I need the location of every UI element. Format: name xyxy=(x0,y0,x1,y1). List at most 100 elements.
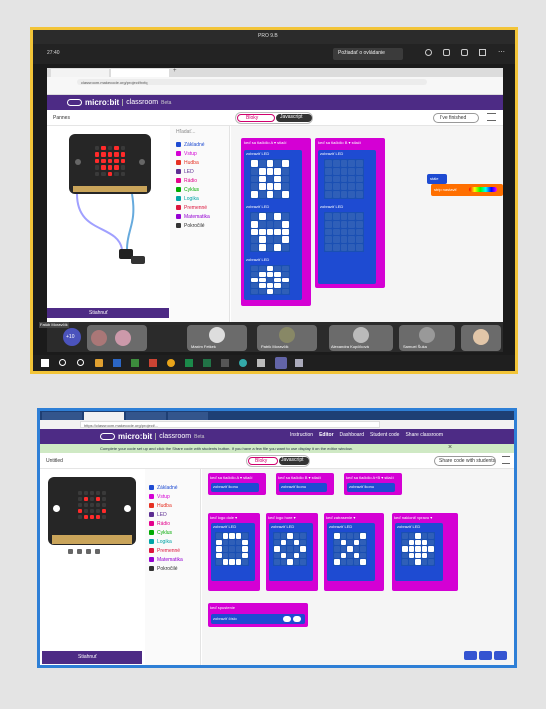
led-cell[interactable] xyxy=(274,167,282,175)
nav-student-code[interactable]: Student code xyxy=(370,433,399,438)
led-cell[interactable] xyxy=(340,533,347,539)
menu-icon[interactable] xyxy=(502,456,510,464)
led-cell[interactable] xyxy=(274,266,282,271)
led-cell[interactable] xyxy=(222,559,229,565)
led-cell[interactable] xyxy=(332,175,340,183)
led-cell[interactable] xyxy=(348,167,356,175)
led-cell[interactable] xyxy=(274,183,282,191)
led-cell[interactable] xyxy=(258,213,266,220)
led-cell[interactable] xyxy=(360,559,366,565)
toolbox-category[interactable]: Premenné xyxy=(149,546,183,555)
windows-icon[interactable] xyxy=(41,359,49,367)
forever-block[interactable]: stále xyxy=(427,174,447,184)
tab-javascript[interactable]: Javascript xyxy=(279,457,309,465)
show-led-block[interactable]: zobraziť LED zobraziť LED xyxy=(318,150,376,284)
show-led-block[interactable]: zobraziť LED xyxy=(269,523,313,581)
nav-dashboard[interactable]: Dashboard xyxy=(340,433,364,438)
led-cell[interactable] xyxy=(274,220,282,228)
led-cell[interactable] xyxy=(280,533,287,539)
led-cell[interactable] xyxy=(300,539,306,546)
led-cell[interactable] xyxy=(356,167,363,175)
gesture-block[interactable]: keď zatrasenie ▾ zobraziť LED xyxy=(324,513,384,591)
participant-tile[interactable]: Samuel Šuka xyxy=(399,325,455,351)
led-cell[interactable] xyxy=(274,160,282,167)
led-cell[interactable] xyxy=(356,236,363,244)
led-cell[interactable] xyxy=(353,539,360,546)
show-number-block[interactable]: zobraziť číslo xyxy=(211,614,305,624)
led-cell[interactable] xyxy=(332,167,340,175)
on-start-block[interactable]: keď spustenie zobraziť číslo xyxy=(208,603,308,627)
led-cell[interactable] xyxy=(415,546,421,552)
led-cell[interactable] xyxy=(348,244,356,251)
led-cell[interactable] xyxy=(340,160,348,167)
led-cell[interactable] xyxy=(216,552,222,559)
button-a[interactable] xyxy=(53,505,60,512)
led-cell[interactable] xyxy=(325,236,332,244)
led-cell[interactable] xyxy=(356,228,363,236)
toolbox-category[interactable]: Základné xyxy=(149,483,183,492)
led-cell[interactable] xyxy=(334,559,340,565)
led-cell[interactable] xyxy=(282,228,289,236)
led-cell[interactable] xyxy=(348,191,356,198)
participant-tile[interactable]: Maxim Fetkek xyxy=(187,325,247,351)
share-code-button[interactable]: Share code with students xyxy=(434,456,496,466)
led-cell[interactable] xyxy=(408,552,415,559)
led-cell[interactable] xyxy=(332,183,340,191)
color-picker[interactable] xyxy=(469,187,497,192)
led-cell[interactable] xyxy=(251,191,258,198)
show-led-block[interactable]: zobraziť LED zobraziť LED zobraziť LED xyxy=(244,150,302,300)
toolbox-category[interactable]: Cyklus xyxy=(176,185,210,194)
led-cell[interactable] xyxy=(274,277,282,283)
led-cell[interactable] xyxy=(408,546,415,552)
led-cell[interactable] xyxy=(251,266,258,271)
led-cell[interactable] xyxy=(347,559,353,565)
led-cell[interactable] xyxy=(258,167,266,175)
editor-toggle[interactable]: Bloky Javascript xyxy=(246,455,310,467)
led-cell[interactable] xyxy=(222,533,229,539)
led-cell[interactable] xyxy=(258,160,266,167)
extra-participants-badge[interactable]: +10 xyxy=(63,328,81,346)
led-cell[interactable] xyxy=(360,546,366,552)
browser-tab[interactable] xyxy=(126,412,166,420)
hat-block-b[interactable]: keď sa tlačidlo B ▾ stlačí zobraziť LED … xyxy=(315,138,385,288)
app-icon[interactable] xyxy=(203,359,211,367)
led-cell[interactable] xyxy=(287,546,293,552)
led-cell[interactable] xyxy=(287,559,293,565)
led-cell[interactable] xyxy=(353,546,360,552)
show-led-block[interactable]: zobraziť LED xyxy=(395,523,443,581)
chat-icon[interactable] xyxy=(443,49,450,56)
show-icon-block[interactable]: zobraziť ikonu xyxy=(279,483,327,492)
nav-editor[interactable]: Editor xyxy=(319,433,333,438)
number-input[interactable] xyxy=(293,616,301,622)
participants-icon[interactable] xyxy=(425,49,432,56)
led-cell[interactable] xyxy=(216,539,222,546)
led-cell[interactable] xyxy=(340,228,348,236)
led-cell[interactable] xyxy=(325,228,332,236)
app-icon[interactable] xyxy=(167,359,175,367)
tab-javascript[interactable]: Javascript xyxy=(276,114,312,122)
toolbox-category[interactable]: LED xyxy=(149,510,183,519)
led-cell[interactable] xyxy=(258,266,266,271)
led-cell[interactable] xyxy=(332,220,340,228)
number-input[interactable] xyxy=(283,616,291,622)
led-cell[interactable] xyxy=(251,283,258,289)
toolbox-category[interactable]: Vstup xyxy=(176,149,210,158)
led-cell[interactable] xyxy=(282,183,289,191)
led-cell[interactable] xyxy=(266,160,274,167)
app-icon[interactable] xyxy=(295,359,303,367)
toolbox-category[interactable]: Logika xyxy=(176,194,210,203)
led-grid[interactable] xyxy=(250,265,290,295)
led-cell[interactable] xyxy=(282,266,289,271)
led-cell[interactable] xyxy=(300,533,306,539)
led-cell[interactable] xyxy=(251,277,258,283)
led-cell[interactable] xyxy=(242,533,248,539)
led-cell[interactable] xyxy=(340,213,348,220)
led-cell[interactable] xyxy=(258,283,266,289)
led-cell[interactable] xyxy=(348,220,356,228)
led-cell[interactable] xyxy=(242,559,248,565)
led-cell[interactable] xyxy=(348,175,356,183)
finished-button[interactable]: I've finished xyxy=(433,113,479,123)
led-cell[interactable] xyxy=(293,552,300,559)
toolbox-category[interactable]: Rádio xyxy=(176,176,210,185)
led-cell[interactable] xyxy=(325,160,332,167)
